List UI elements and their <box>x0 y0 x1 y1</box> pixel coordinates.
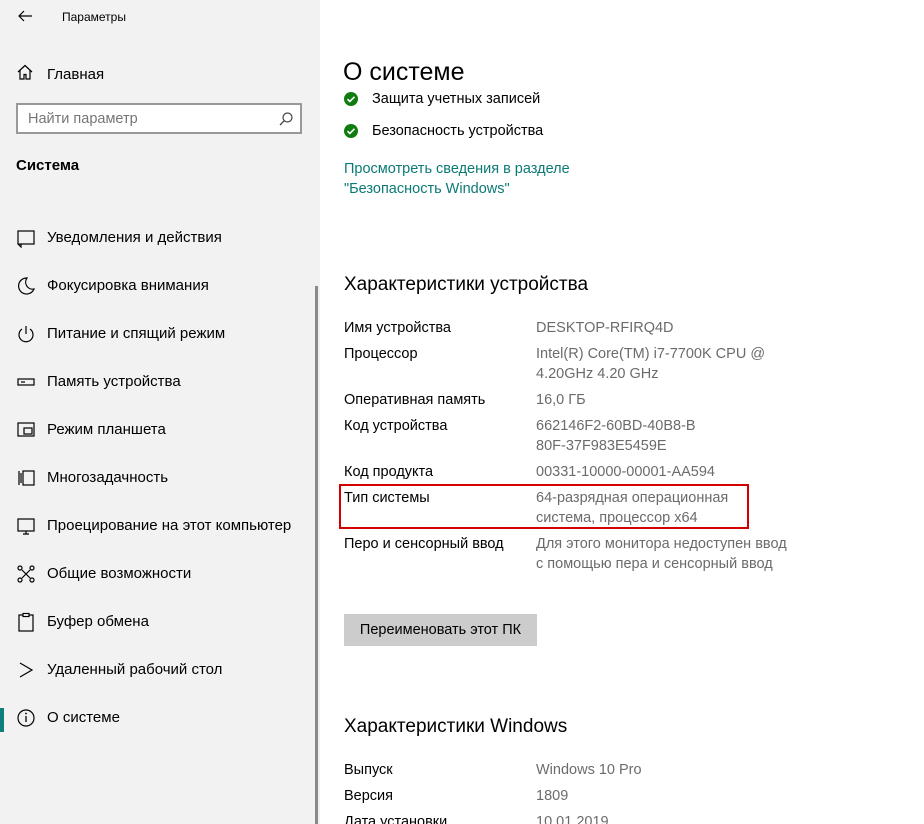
spec-value: 16,0 ГБ <box>536 392 586 408</box>
projector-icon <box>16 516 36 536</box>
spec-value: 662146F2-60BD-40B8-B80F-37F983E5459E <box>536 418 696 454</box>
sidebar-item-storage[interactable]: Память устройства <box>0 358 320 406</box>
window-title: Параметры <box>62 10 126 24</box>
sidebar-item-tablet-mode[interactable]: Режим планшета <box>0 406 320 454</box>
spec-value: 00331-10000-00001-AA594 <box>536 464 715 480</box>
back-arrow-icon[interactable] <box>16 7 34 25</box>
sidebar-item-label: Удаленный рабочий стол <box>47 661 223 678</box>
main-content: Защита учетных записей О системе Безопас… <box>320 0 924 824</box>
tablet-icon <box>16 420 36 440</box>
spec-value: DESKTOP-RFIRQ4D <box>536 320 674 336</box>
info-icon <box>16 708 36 728</box>
sidebar-item-label: Память устройства <box>47 373 181 390</box>
sidebar-item-label: Уведомления и действия <box>47 229 222 246</box>
security-item: Защита учетных записей <box>344 91 540 107</box>
sidebar-item-clipboard[interactable]: Буфер обмена <box>0 598 320 646</box>
home-label: Главная <box>47 65 105 83</box>
sidebar-item-label: Буфер обмена <box>47 613 149 630</box>
page-title: О системе <box>343 58 743 87</box>
sidebar-item-notifications[interactable]: Уведомления и действия <box>0 214 320 262</box>
moon-icon <box>16 276 36 296</box>
sidebar-item-remote-desktop[interactable]: Удаленный рабочий стол <box>0 646 320 694</box>
device-specs-heading: Характеристики устройства <box>344 274 589 295</box>
windows-security-link[interactable]: Просмотреть сведения в разделе "Безопасн… <box>344 159 624 199</box>
security-item: Безопасность устройства <box>344 123 543 139</box>
spec-value: Intel(R) Core(TM) i7-7700K CPU @ 4.20GHz… <box>536 346 766 382</box>
sidebar-item-multitasking[interactable]: Многозадачность <box>0 454 320 502</box>
section-title: Система <box>16 157 80 174</box>
sidebar-item-label: Общие возможности <box>47 565 192 582</box>
sidebar-scrollbar[interactable] <box>315 286 318 824</box>
check-circle-icon <box>344 124 358 138</box>
spec-key: Процессор <box>344 346 418 362</box>
security-item-label: Защита учетных записей <box>372 91 541 107</box>
remote-desktop-icon <box>16 660 36 680</box>
search-input[interactable]: Найти параметр <box>16 103 302 134</box>
spec-key: Код продукта <box>344 464 434 480</box>
search-icon[interactable] <box>278 111 294 127</box>
spec-value: Windows 10 Pro <box>536 762 642 778</box>
rename-pc-button[interactable]: Переименовать этот ПК <box>344 614 537 646</box>
sidebar-item-label: Проецирование на этот компьютер <box>47 517 292 534</box>
check-circle-icon <box>344 92 358 106</box>
notifications-icon <box>16 228 36 249</box>
sidebar-item-about[interactable]: О системе <box>0 694 320 742</box>
sidebar-item-label: Питание и спящий режим <box>47 325 226 342</box>
shared-experiences-icon <box>16 564 36 584</box>
clipboard-icon <box>16 612 36 632</box>
spec-key: Дата установки <box>344 814 448 824</box>
spec-value: Для этого монитора недоступен ввод с пом… <box>536 536 787 572</box>
sidebar: Параметры Главная Найти параметр Система… <box>0 0 320 824</box>
sidebar-item-power[interactable]: Питание и спящий режим <box>0 310 320 358</box>
spec-key: Версия <box>344 788 394 804</box>
home-icon <box>16 63 34 86</box>
search-placeholder: Найти параметр <box>28 111 138 127</box>
spec-value: 10.01.2019 <box>536 814 609 824</box>
sidebar-item-label: Многозадачность <box>47 469 169 486</box>
spec-value: 1809 <box>536 788 569 804</box>
storage-icon <box>16 372 36 392</box>
security-item-label: Безопасность устройства <box>372 123 544 139</box>
home-link[interactable]: Главная <box>16 62 104 86</box>
sidebar-item-label: Фокусировка внимания <box>47 277 209 294</box>
windows-specs-heading: Характеристики Windows <box>344 716 568 737</box>
spec-key: Перо и сенсорный ввод <box>344 536 504 552</box>
sidebar-item-label: О системе <box>47 709 120 726</box>
spec-key: Оперативная память <box>344 392 486 408</box>
sidebar-item-shared-experiences[interactable]: Общие возможности <box>0 550 320 598</box>
power-icon <box>16 324 36 344</box>
highlight-box <box>339 484 749 529</box>
sidebar-item-focus-assist[interactable]: Фокусировка внимания <box>0 262 320 310</box>
spec-key: Имя устройства <box>344 320 451 336</box>
spec-key: Код устройства <box>344 418 448 434</box>
sidebar-item-projecting[interactable]: Проецирование на этот компьютер <box>0 502 320 550</box>
sidebar-item-label: Режим планшета <box>47 421 166 438</box>
spec-key: Выпуск <box>344 762 393 778</box>
multitasking-icon <box>16 468 36 488</box>
